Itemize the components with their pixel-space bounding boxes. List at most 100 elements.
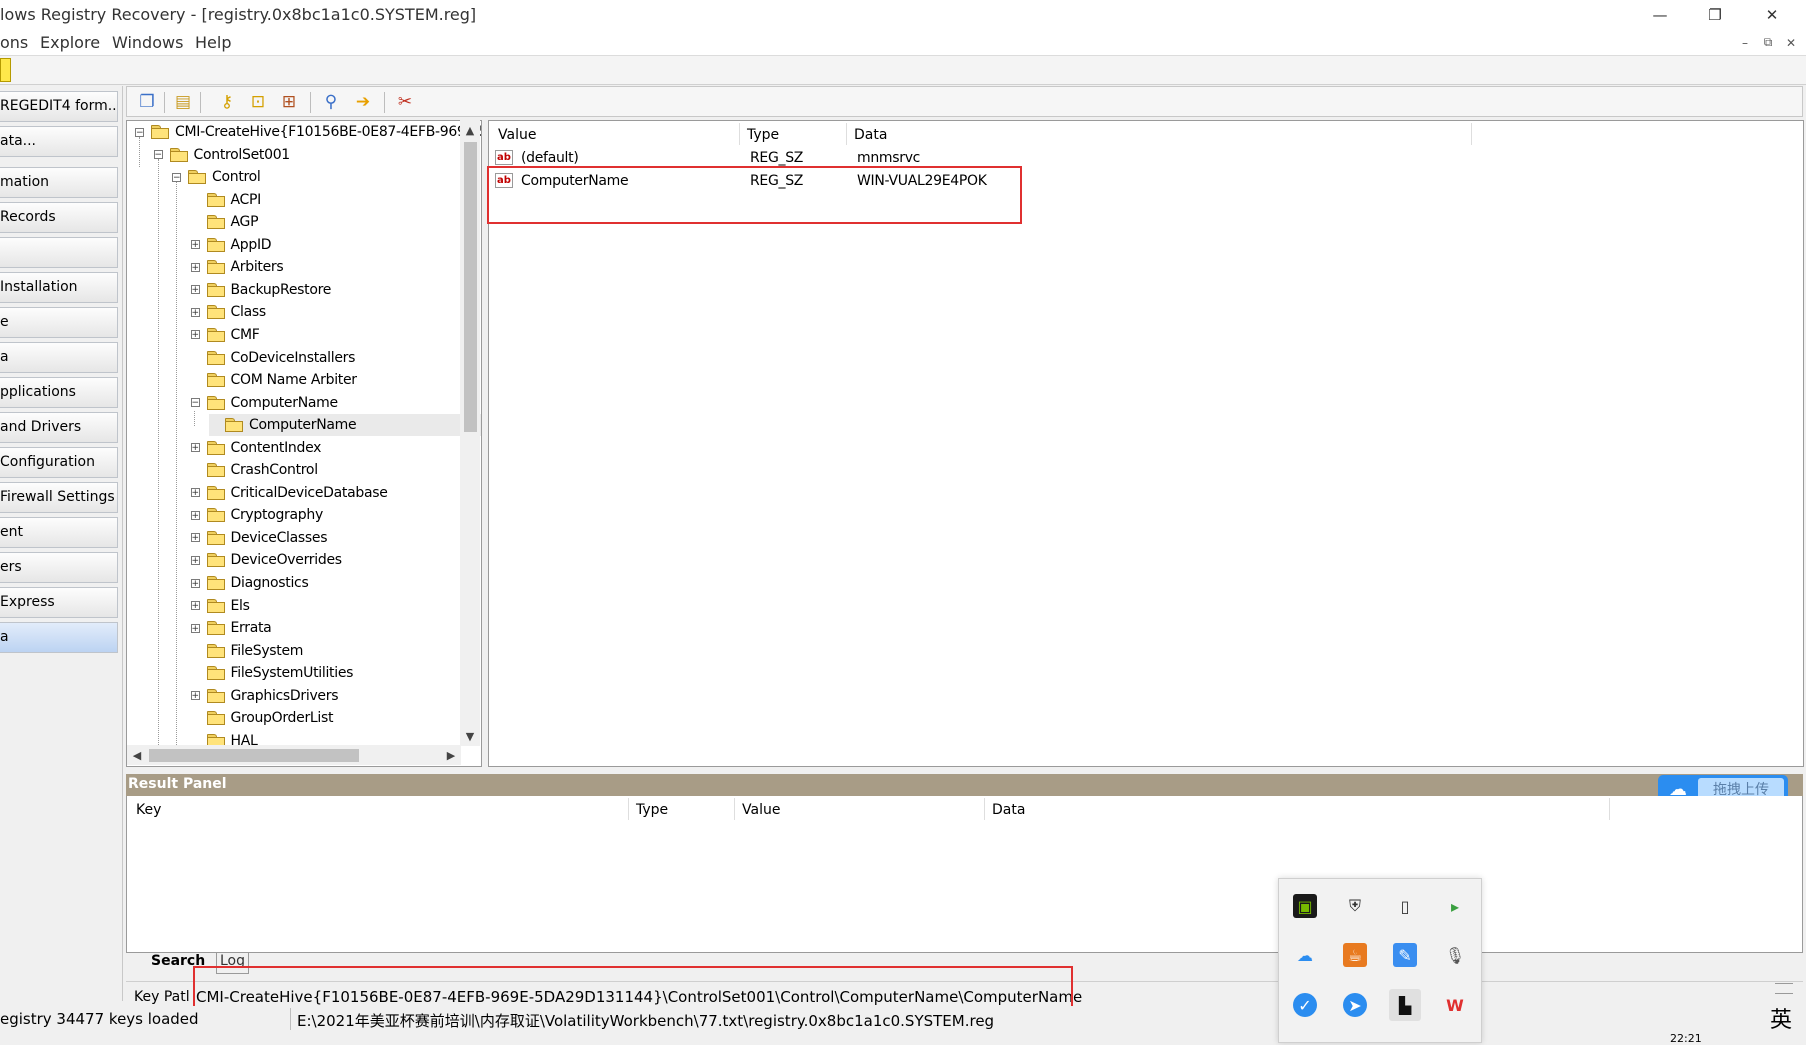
tree-node[interactable]: ACPI — [191, 189, 482, 211]
document-tab[interactable] — [0, 58, 11, 82]
scroll-right-icon[interactable]: ▶ — [441, 745, 461, 765]
menu-options[interactable]: ons — [0, 33, 28, 52]
sidebar-item-installation[interactable]: Installation — [0, 272, 118, 303]
collapse-icon[interactable]: − — [135, 127, 144, 137]
tree-node[interactable]: + GraphicsDrivers — [190, 685, 482, 707]
tree-node[interactable]: + DeviceOverrides — [190, 549, 482, 571]
sidebar-item-firewall[interactable]: Firewall Settings — [0, 482, 118, 513]
tree-vertical-scrollbar[interactable]: ▲ ▼ — [460, 120, 480, 746]
tree-node[interactable]: + Els — [190, 595, 482, 617]
bookmark-app-icon[interactable]: ▙ — [1389, 989, 1421, 1021]
tree-node[interactable]: + Errata — [190, 617, 482, 639]
tree-node[interactable]: ComputerName — [209, 414, 481, 437]
sidebar-item-e[interactable]: e — [0, 307, 118, 338]
menu-windows[interactable]: Windows — [112, 33, 183, 52]
scroll-down-icon[interactable]: ▼ — [460, 726, 480, 746]
tree-node[interactable]: − ControlSet001 — [153, 144, 482, 166]
sidebar-item-active[interactable]: a — [0, 622, 118, 653]
column-header-value[interactable]: Value — [498, 127, 536, 143]
result-column-key[interactable]: Key — [136, 802, 161, 818]
restore-button[interactable]: ❐ — [1688, 0, 1742, 30]
menu-help[interactable]: Help — [195, 33, 231, 52]
column-header-type[interactable]: Type — [747, 127, 779, 143]
nvidia-icon[interactable]: ▣ — [1293, 894, 1317, 918]
minimize-button[interactable]: — — [1633, 0, 1687, 30]
result-column-data[interactable]: Data — [992, 802, 1025, 818]
sidebar-item-ent[interactable]: ent — [0, 517, 118, 548]
expand-icon[interactable]: + — [190, 510, 200, 520]
usb-drive-icon[interactable]: ▯ — [1393, 894, 1417, 918]
expand-icon[interactable]: + — [190, 307, 200, 317]
result-column-value[interactable]: Value — [742, 802, 780, 818]
scroll-left-icon[interactable]: ◀ — [127, 745, 147, 765]
sidebar-item-express[interactable]: Express — [0, 587, 118, 618]
expand-icon[interactable]: + — [190, 578, 200, 588]
expand-icon[interactable]: + — [190, 240, 200, 250]
menu-explore[interactable]: Explore — [40, 33, 100, 52]
scroll-up-icon[interactable]: ▲ — [460, 120, 480, 140]
expand-icon[interactable]: + — [190, 443, 200, 453]
shield-icon[interactable]: ⛨ — [1343, 894, 1367, 918]
clock[interactable]: 22:21 — [1670, 1032, 1702, 1045]
collapse-icon[interactable]: − — [190, 398, 200, 408]
tree-node[interactable]: − CMI-CreateHive{F10156BE-0E87-4EFB-969E-… — [135, 121, 481, 143]
tree-node[interactable]: + Diagnostics — [190, 572, 482, 594]
copy-icon[interactable]: ❐ — [135, 90, 159, 114]
tree-node[interactable]: FileSystem — [191, 640, 482, 662]
tree-node[interactable]: AGP — [191, 211, 482, 233]
key-icon[interactable]: ⚷ — [215, 90, 239, 114]
tree-node[interactable]: + Arbiters — [190, 256, 482, 278]
expand-icon[interactable]: + — [190, 330, 200, 340]
sidebar-item-blank[interactable] — [0, 237, 118, 268]
edit-app-icon[interactable]: ✎ — [1393, 943, 1417, 967]
expand-icon[interactable]: + — [190, 488, 200, 498]
tree-node[interactable]: + BackupRestore — [190, 279, 482, 301]
tree-node[interactable]: GroupOrderList — [191, 707, 482, 729]
tools-icon[interactable]: ✂ — [393, 90, 417, 114]
tree-node[interactable]: CrashControl — [191, 459, 482, 481]
sidebar-item-information[interactable]: mation — [0, 167, 118, 198]
tree-node[interactable]: + ContentIndex — [190, 437, 482, 459]
close-button[interactable]: ✕ — [1745, 0, 1799, 30]
expand-icon[interactable]: + — [190, 691, 200, 701]
java-icon[interactable]: ☕ — [1343, 943, 1367, 967]
tree-node[interactable]: + AppID — [190, 234, 482, 256]
sidebar-item-a[interactable]: a — [0, 342, 118, 373]
tree-node[interactable]: + CMF — [190, 324, 482, 346]
microphone-icon[interactable]: 🎙 — [1443, 943, 1467, 967]
expand-icon[interactable]: + — [190, 285, 200, 295]
mdi-minimize-icon[interactable]: – — [1736, 34, 1754, 51]
sidebar-item-applications[interactable]: pplications — [0, 377, 118, 408]
tree-node[interactable]: − Control — [172, 166, 481, 188]
tree-node[interactable]: + DeviceClasses — [190, 527, 482, 549]
scroll-thumb[interactable] — [149, 749, 359, 762]
check-app-icon[interactable]: ✓ — [1293, 993, 1317, 1017]
collapse-icon[interactable]: − — [153, 150, 163, 160]
scroll-thumb[interactable] — [464, 142, 477, 432]
sidebar-item-regedit4[interactable]: REGEDIT4 form... — [0, 91, 118, 122]
sidebar-item-drivers[interactable]: and Drivers — [0, 412, 118, 443]
tree-node[interactable]: COM Name Arbiter — [191, 369, 482, 391]
resize-grip[interactable] — [1775, 983, 1793, 994]
expand-icon[interactable]: + — [190, 601, 200, 611]
tree-horizontal-scrollbar[interactable]: ◀ ▶ — [127, 745, 461, 765]
tree-node[interactable]: + CriticalDeviceDatabase — [190, 482, 482, 504]
baidu-cloud-icon[interactable]: ☁ — [1293, 943, 1317, 967]
open-folder-icon[interactable]: ▤ — [171, 90, 195, 114]
sidebar-item-data[interactable]: ata... — [0, 126, 118, 157]
bird-app-icon[interactable]: ➤ — [1343, 993, 1367, 1017]
sidebar-item-configuration[interactable]: Configuration — [0, 447, 118, 478]
expand-icon[interactable]: + — [190, 262, 200, 272]
ime-indicator[interactable]: 英 — [1770, 1002, 1792, 1034]
tree-node[interactable]: + Class — [190, 301, 482, 323]
mdi-close-icon[interactable]: ✕ — [1782, 34, 1800, 51]
tree-node[interactable]: + Cryptography — [190, 504, 482, 526]
wps-icon[interactable]: W — [1443, 993, 1467, 1017]
arrow-right-icon[interactable]: ➔ — [351, 90, 375, 114]
sidebar-item-records[interactable]: Records — [0, 202, 118, 233]
screen-record-icon[interactable]: ▸ — [1443, 894, 1467, 918]
tree-node[interactable]: − ComputerName — [190, 392, 482, 414]
tree-node[interactable]: FileSystemUtilities — [191, 662, 482, 684]
column-header-data[interactable]: Data — [854, 127, 887, 143]
expand-icon[interactable]: + — [190, 533, 200, 543]
